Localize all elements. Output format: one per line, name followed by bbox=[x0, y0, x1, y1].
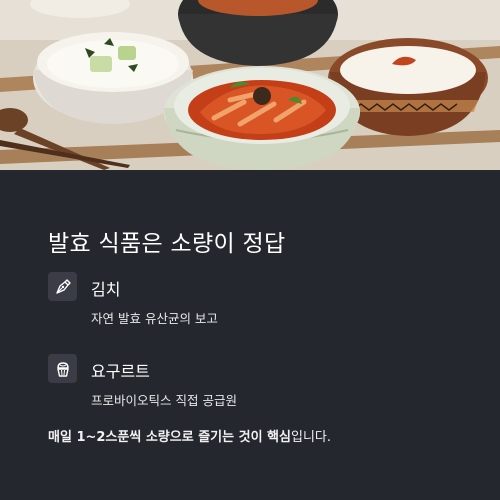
pen-nib-icon bbox=[48, 272, 77, 301]
item-description: 자연 발효 유산균의 보고 bbox=[91, 311, 218, 326]
food-photo bbox=[0, 0, 500, 170]
item-description: 프로바이오틱스 직접 공급원 bbox=[91, 393, 237, 408]
item-name: 요구르트 bbox=[91, 362, 150, 381]
summary-suffix: 입니다. bbox=[290, 430, 331, 445]
page-title: 발효 식품은 소량이 정답 bbox=[48, 231, 286, 257]
summary-emphasis: 매일 1~2스푼씩 소량으로 즐기는 것이 핵심 bbox=[48, 430, 291, 445]
item-name: 김치 bbox=[91, 280, 121, 299]
cupcake-icon bbox=[48, 354, 77, 383]
summary-text: 매일 1~2스푼씩 소량으로 즐기는 것이 핵심입니다. bbox=[48, 426, 331, 445]
food-photo-illustration bbox=[0, 0, 500, 170]
info-card: 발효 식품은 소량이 정답 김치 자연 발효 유산균의 보고 요구르트 프로바이… bbox=[0, 170, 500, 500]
